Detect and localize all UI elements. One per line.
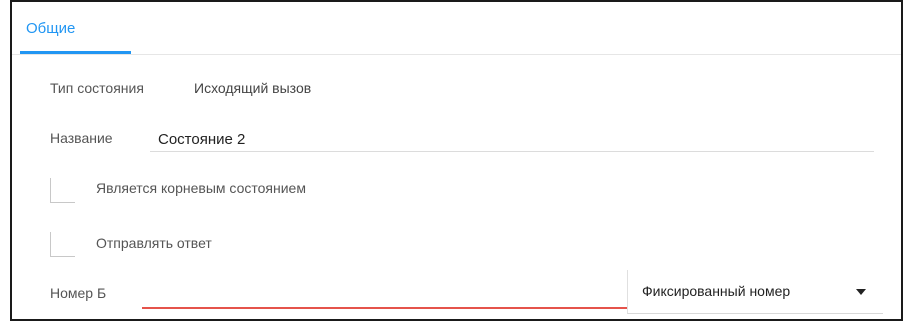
state-properties-panel: Общие Тип состояния Исходящий вызов Назв… <box>10 0 903 321</box>
is-root-checkbox[interactable] <box>50 178 75 203</box>
tab-bar: Общие <box>12 2 901 55</box>
send-reply-label[interactable]: Отправлять ответ <box>96 235 212 251</box>
number-b-input[interactable] <box>142 285 627 309</box>
active-tab-indicator <box>20 51 131 54</box>
number-source-selected: Фиксированный номер <box>642 283 791 299</box>
caret-down-icon <box>856 289 866 295</box>
state-type-label: Тип состояния <box>50 80 144 96</box>
name-label: Название <box>50 130 113 146</box>
name-input[interactable] <box>150 128 874 152</box>
number-source-select[interactable]: Фиксированный номер <box>627 270 883 314</box>
tab-general[interactable]: Общие <box>26 20 75 37</box>
number-b-label: Номер Б <box>50 285 107 301</box>
state-type-value: Исходящий вызов <box>194 80 312 96</box>
is-root-label[interactable]: Является корневым состоянием <box>96 180 306 196</box>
send-reply-checkbox[interactable] <box>50 232 75 257</box>
